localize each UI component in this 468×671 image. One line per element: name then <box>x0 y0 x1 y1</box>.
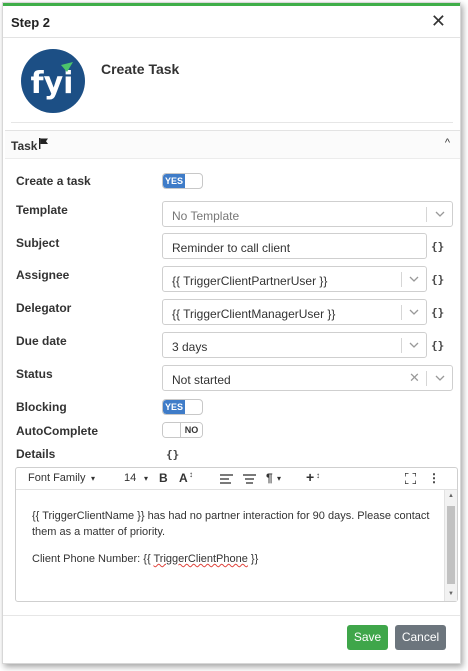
due-date-value: 3 days <box>172 340 208 354</box>
delegator-select[interactable]: {{ TriggerClientManagerUser }} <box>162 299 427 325</box>
save-button[interactable]: Save <box>347 625 388 650</box>
task-section-header[interactable]: Task ^ <box>5 131 460 159</box>
delegator-label: Delegator <box>16 301 72 315</box>
clear-icon[interactable]: ✕ <box>409 371 420 385</box>
subject-label: Subject <box>16 236 60 250</box>
font-color-button[interactable]: A <box>179 471 188 485</box>
chevron-down-icon <box>409 309 419 315</box>
details-paragraph-2: Client Phone Number: {{ TriggerClientPho… <box>32 553 259 565</box>
editor-scrollbar[interactable]: ▲ ▼ <box>444 490 457 601</box>
create-task-label: Create a task <box>16 174 91 188</box>
status-value: Not started <box>172 373 231 387</box>
due-date-select[interactable]: 3 days <box>162 332 427 358</box>
chevron-down-icon[interactable]: ▾ <box>144 474 148 483</box>
app-card: fyi Create Task <box>11 41 453 123</box>
editor-content[interactable]: {{ TriggerClientName }} has had no partn… <box>32 508 430 578</box>
chevron-down-icon <box>435 211 445 217</box>
template-select[interactable]: No Template <box>162 201 453 227</box>
cancel-button[interactable]: Cancel <box>395 625 446 650</box>
chevron-down-icon <box>409 276 419 282</box>
assignee-variable-icon[interactable]: {} <box>431 273 444 286</box>
chevron-down-icon[interactable]: ▾ <box>91 474 95 483</box>
dialog-footer: Save Cancel <box>3 615 460 663</box>
more-options-icon[interactable]: ⋮ <box>428 471 440 485</box>
scroll-down-icon[interactable]: ▼ <box>448 591 454 597</box>
scrollbar-thumb[interactable] <box>447 506 455 584</box>
dialog-title: Step 2 <box>11 15 51 30</box>
create-task-dialog: Step 2 ✕ fyi Create Task Task ^ Create a… <box>2 2 461 664</box>
paragraph-button[interactable]: ¶ <box>266 471 273 485</box>
status-label: Status <box>16 367 53 381</box>
status-select[interactable]: Not started ✕ <box>162 365 453 391</box>
due-date-label: Due date <box>16 334 67 348</box>
template-value: No Template <box>172 209 240 223</box>
create-task-toggle[interactable]: YES <box>162 173 203 189</box>
collapse-chevron-icon[interactable]: ^ <box>445 137 450 149</box>
close-icon[interactable]: ✕ <box>431 11 446 31</box>
bold-button[interactable]: B <box>159 471 168 485</box>
app-title: Create Task <box>101 61 180 77</box>
scroll-up-icon[interactable]: ▲ <box>448 493 454 499</box>
subject-variable-icon[interactable]: {} <box>431 240 444 253</box>
align-left-icon[interactable] <box>220 474 233 484</box>
due-date-variable-icon[interactable]: {} <box>431 339 444 352</box>
editor-toolbar: Font Family ▾ 14 ▾ B A ↕ ¶ ▾ + ↕ ⋮ <box>16 468 457 490</box>
details-label: Details <box>16 447 56 461</box>
font-family-dropdown[interactable]: Font Family <box>28 472 85 484</box>
template-label: Template <box>16 203 68 217</box>
toggle-no: NO <box>180 423 202 437</box>
chevron-down-icon <box>409 342 419 348</box>
details-rich-text-editor: Font Family ▾ 14 ▾ B A ↕ ¶ ▾ + ↕ ⋮ {{ Tr… <box>15 467 458 602</box>
font-size-dropdown[interactable]: 14 <box>124 472 136 484</box>
insert-button[interactable]: + <box>306 469 314 485</box>
chevron-down-icon <box>435 375 445 381</box>
subject-input[interactable]: Reminder to call client <box>162 233 427 259</box>
align-center-icon[interactable] <box>243 474 256 484</box>
section-label: Task <box>11 139 38 153</box>
fyi-logo: fyi <box>21 49 85 113</box>
autocomplete-label: AutoComplete <box>16 424 98 438</box>
delegator-value: {{ TriggerClientManagerUser }} <box>172 307 336 321</box>
misspelled-token: TriggerClientPhone <box>153 553 248 565</box>
details-variable-icon[interactable]: {} <box>166 448 179 461</box>
chevron-down-icon[interactable]: ▾ <box>277 474 281 483</box>
blocking-toggle[interactable]: YES <box>162 399 203 415</box>
text-size-icon: ↕ <box>189 470 193 479</box>
autocomplete-toggle[interactable]: NO <box>162 422 203 438</box>
subject-value: Reminder to call client <box>172 241 291 255</box>
delegator-variable-icon[interactable]: {} <box>431 306 444 319</box>
details-paragraph-1: {{ TriggerClientName }} has had no partn… <box>32 510 430 538</box>
text-size-icon: ↕ <box>316 471 320 480</box>
assignee-label: Assignee <box>16 268 70 282</box>
assignee-select[interactable]: {{ TriggerClientPartnerUser }} <box>162 266 427 292</box>
toggle-yes: YES <box>163 174 185 188</box>
fullscreen-icon[interactable] <box>405 473 416 484</box>
dialog-header: Step 2 ✕ <box>3 6 460 38</box>
toggle-yes: YES <box>163 400 185 414</box>
blocking-label: Blocking <box>16 400 67 414</box>
assignee-value: {{ TriggerClientPartnerUser }} <box>172 274 328 288</box>
flag-icon <box>38 138 49 152</box>
